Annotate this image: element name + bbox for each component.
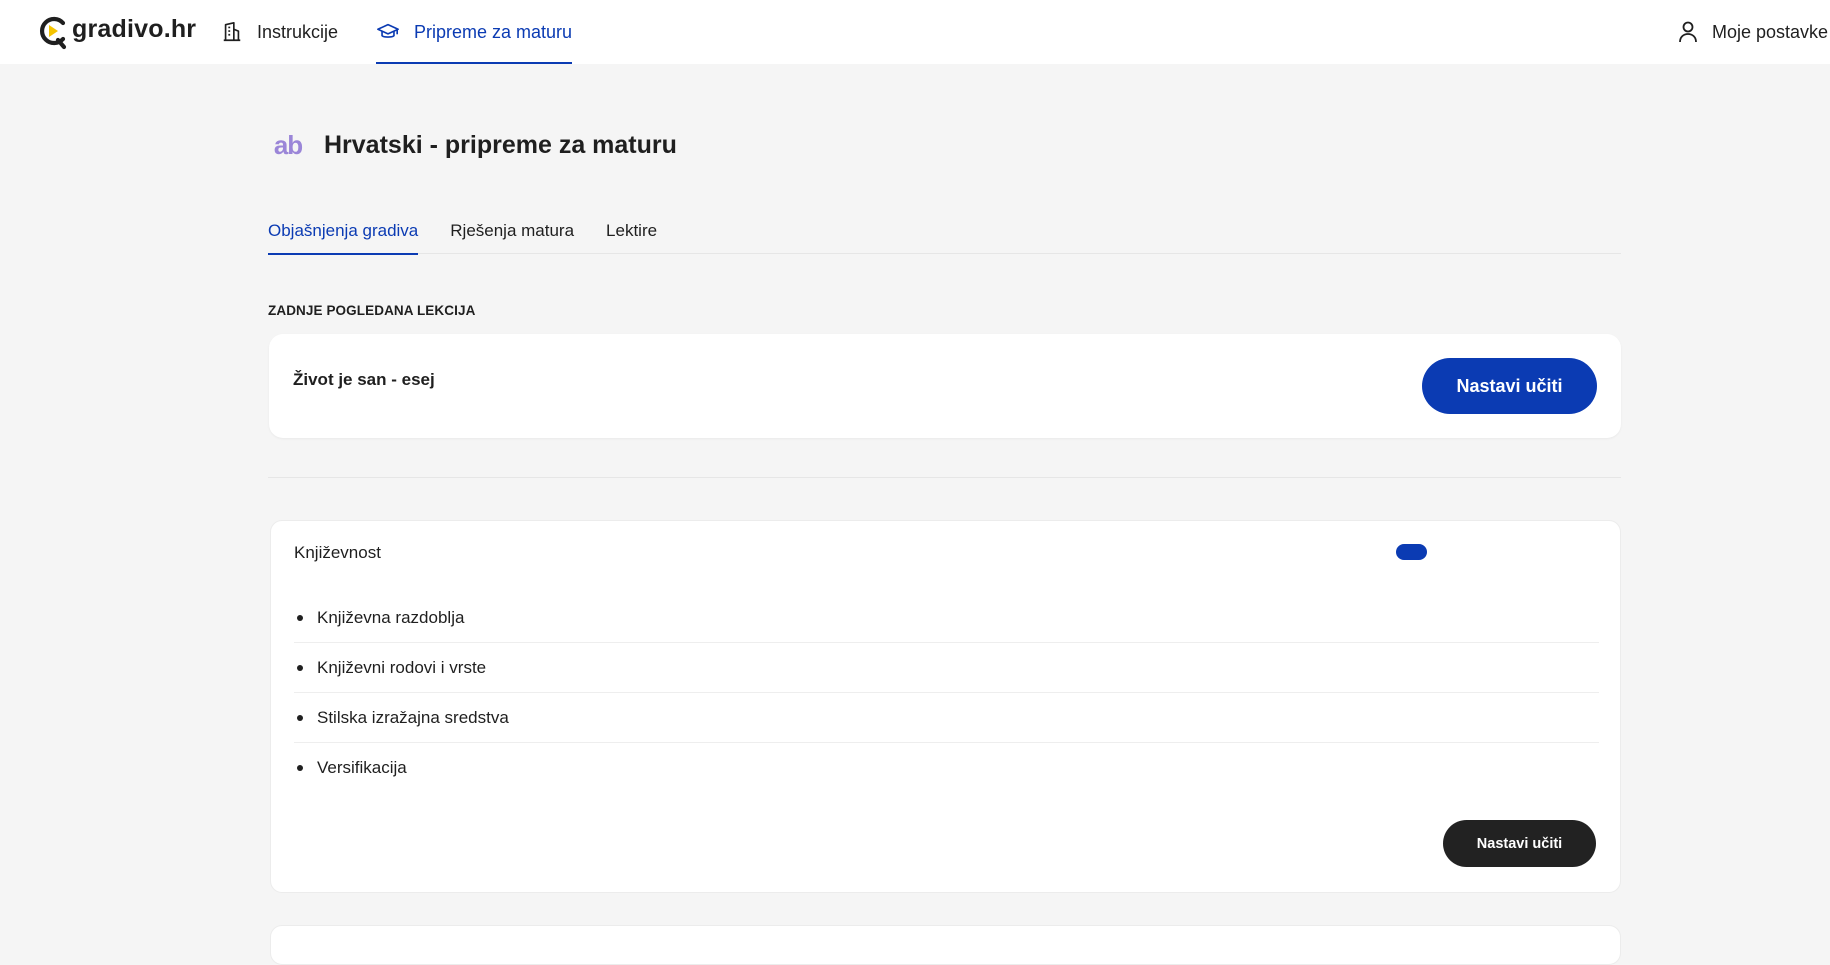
next-topic-card (270, 925, 1621, 965)
tab-objasnjenja-gradiva[interactable]: Objašnjenja gradiva (268, 208, 419, 255)
list-item[interactable]: Književni rodovi i vrste (294, 643, 1599, 693)
logo-text: gradivo.hr (72, 14, 197, 43)
user-icon (1679, 21, 1697, 43)
top-navigation: gradivo.hr Instrukcije Pripreme za matur… (0, 0, 1830, 64)
list-item[interactable]: Versifikacija (294, 743, 1599, 793)
graduation-cap-icon (377, 23, 399, 38)
page-header: ab Hrvatski - pripreme za maturu (268, 120, 677, 170)
divider (268, 477, 1621, 478)
bullet (297, 614, 303, 621)
lesson-label: Stilska izražajna sredstva (317, 707, 509, 727)
bullet (297, 765, 303, 771)
progress-fill (1396, 544, 1427, 560)
bullet (297, 664, 303, 671)
nav-item-label: Pripreme za maturu (414, 21, 573, 42)
nav-item-instrukcije[interactable]: Instrukcije (221, 0, 338, 64)
settings-link[interactable]: Moje postavke (1678, 0, 1828, 64)
subject-icon: ab (273, 129, 303, 160)
lesson-label: Književna razdoblja (317, 607, 465, 627)
page-title: Hrvatski - pripreme za maturu (324, 130, 677, 159)
continue-learning-button[interactable]: Nastavi učiti (1422, 358, 1597, 414)
topic-card: Književnost Književna razdoblja Književn… (270, 520, 1621, 893)
settings-label: Moje postavke (1712, 21, 1829, 42)
tab-lektire[interactable]: Lektire (606, 208, 657, 254)
lesson-list: Književna razdoblja Književni rodovi i v… (294, 593, 1599, 793)
nav-item-label: Instrukcije (257, 21, 339, 42)
section-label: ZADNJE POGLEDANA LEKCIJA (268, 303, 476, 318)
bullet (297, 714, 303, 721)
tab-rjesenja-matura[interactable]: Rješenja matura (450, 208, 574, 254)
subject-tabs: Objašnjenja gradiva Rješenja matura Lekt… (268, 208, 1621, 255)
logo-icon (40, 16, 67, 50)
last-lesson-title: Život je san - esej (293, 370, 435, 389)
nav-item-pripreme-za-maturu[interactable]: Pripreme za maturu (376, 0, 573, 64)
list-item[interactable]: Stilska izražajna sredstva (294, 693, 1599, 743)
lesson-label: Književni rodovi i vrste (317, 657, 487, 677)
building-icon (223, 22, 241, 42)
logo[interactable]: gradivo.hr (38, 12, 196, 52)
list-item[interactable]: Književna razdoblja (294, 593, 1599, 643)
last-viewed-card: Život je san - esej Nastavi učiti (269, 334, 1621, 438)
lesson-label: Versifikacija (317, 758, 407, 777)
topic-continue-button[interactable]: Nastavi učiti (1443, 820, 1596, 867)
topic-title: Književnost (294, 543, 381, 562)
progress-bar (1396, 544, 1576, 560)
